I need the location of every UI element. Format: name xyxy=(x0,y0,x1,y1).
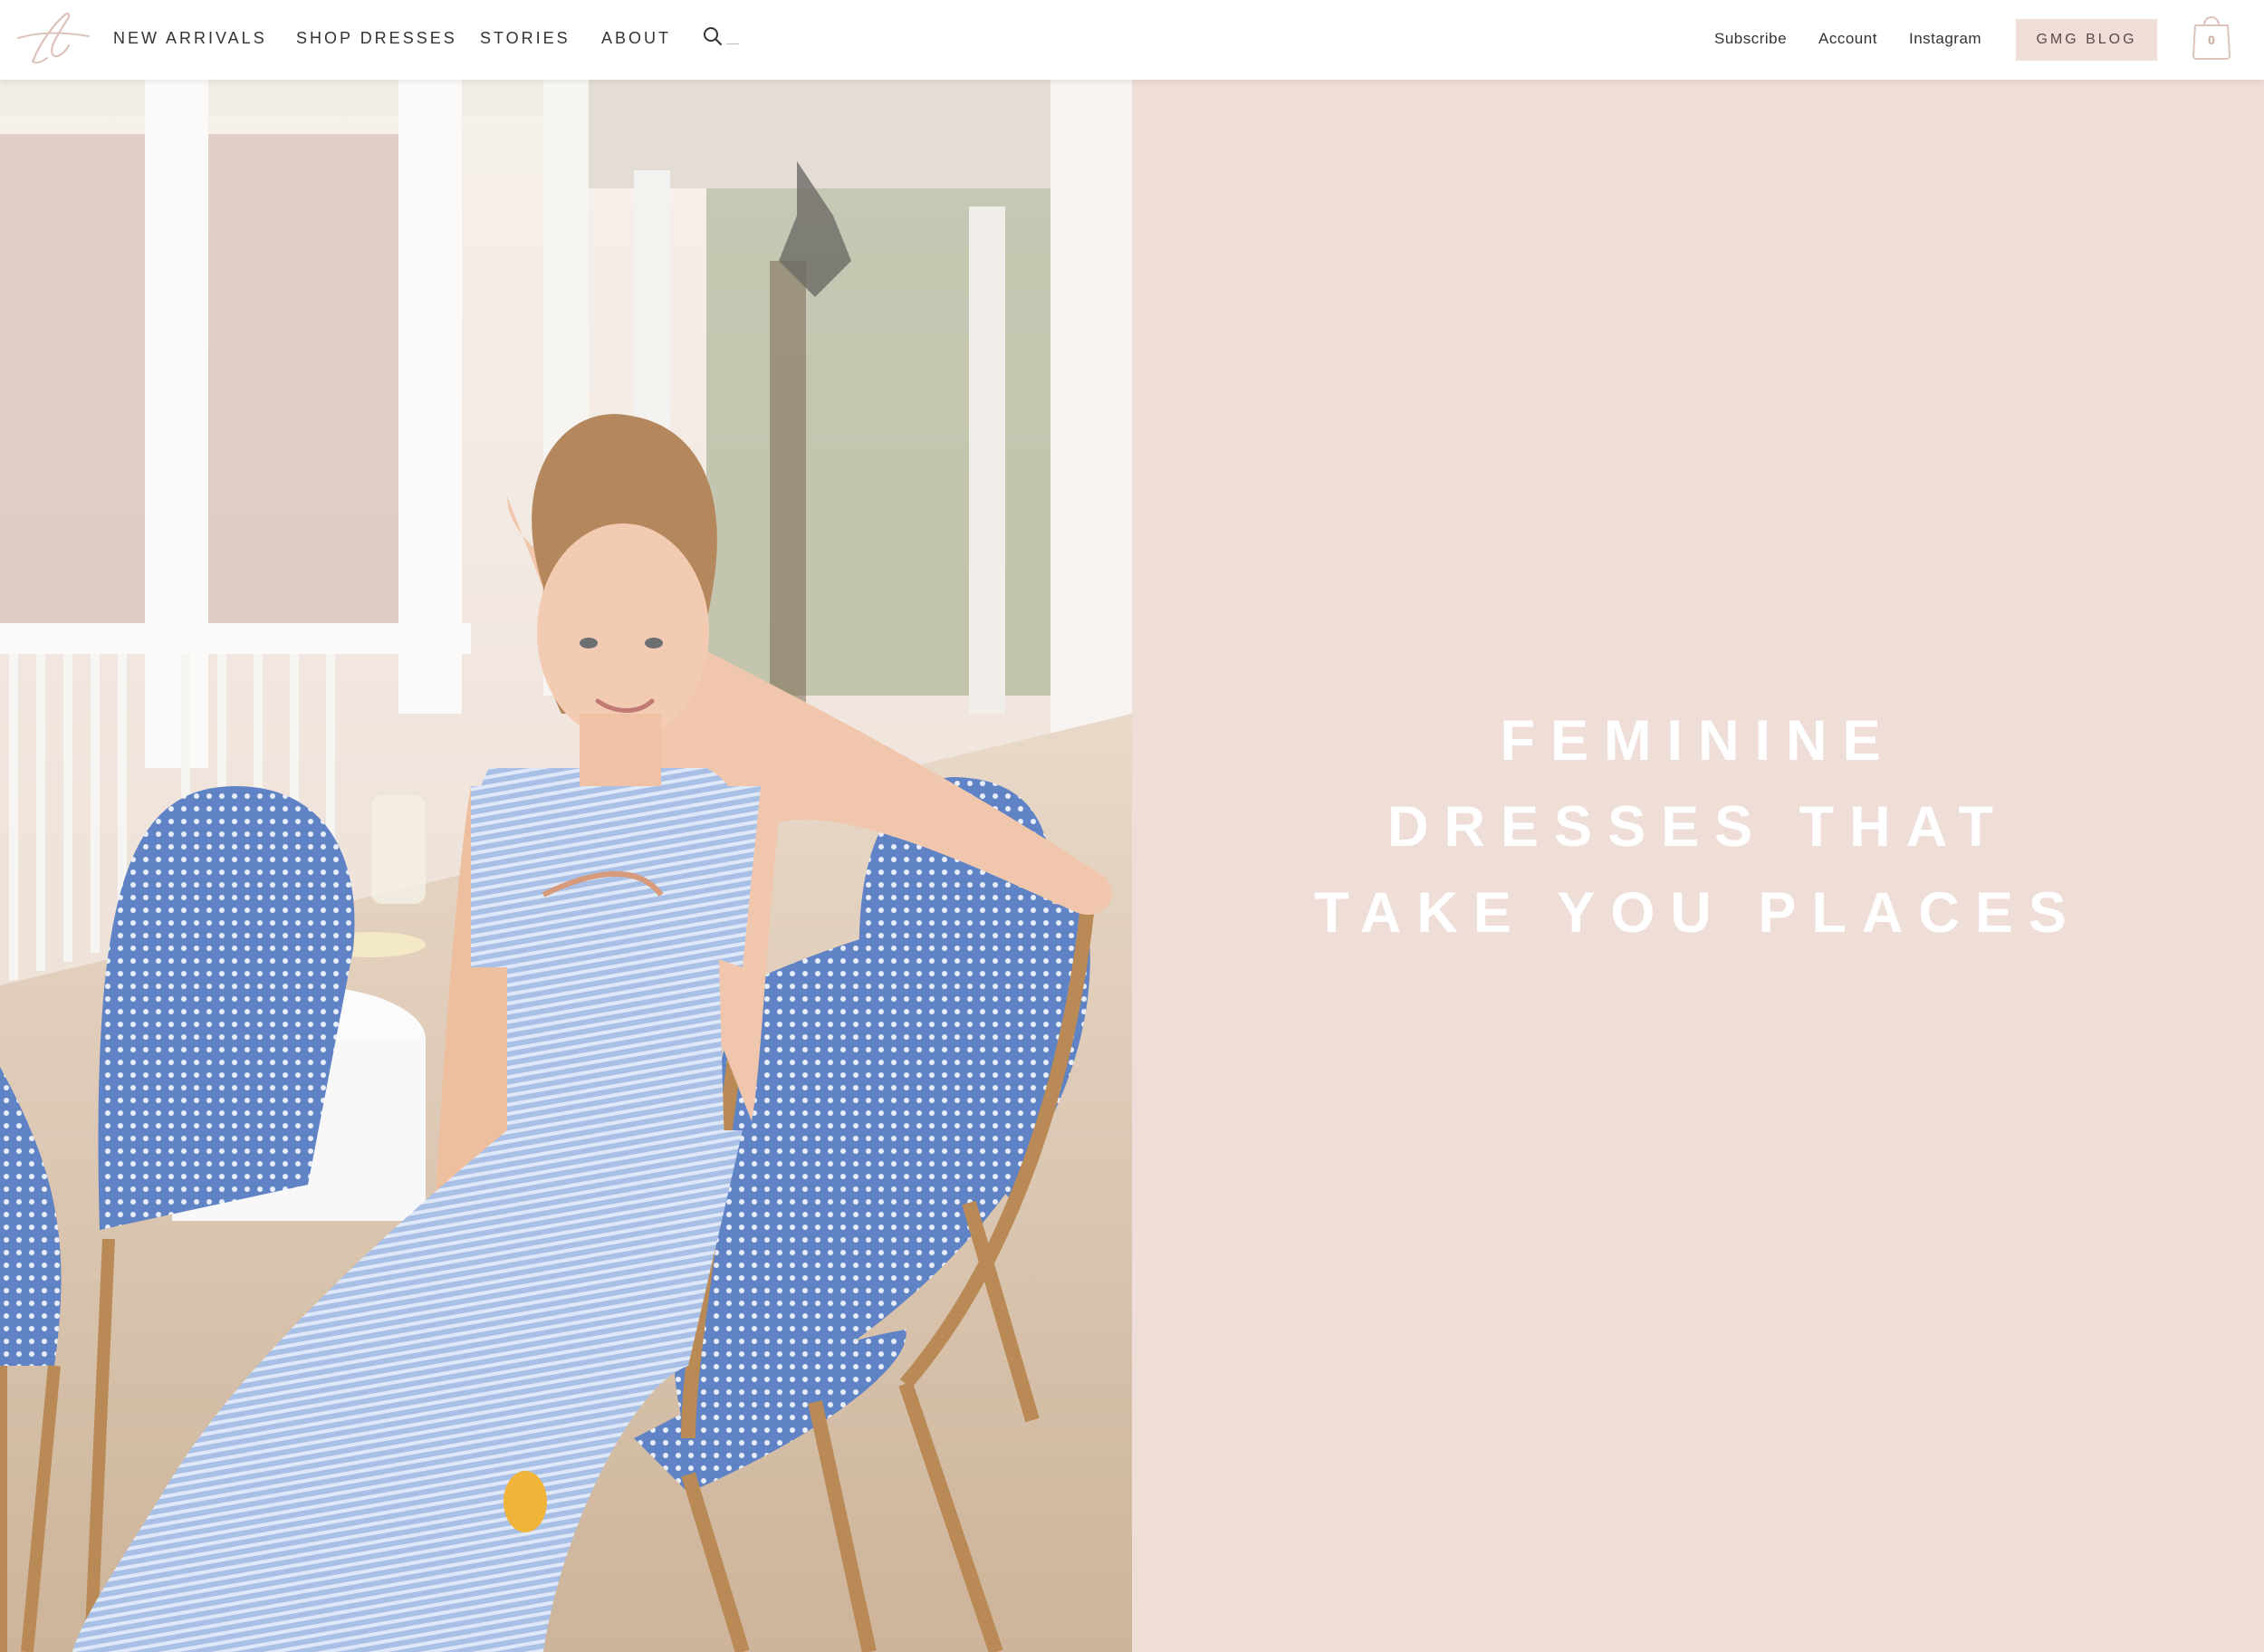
search xyxy=(703,26,739,46)
nav-about[interactable]: ABOUT xyxy=(601,29,671,48)
gmg-logo[interactable] xyxy=(13,7,94,69)
site-header: NEW ARRIVALS SHOP DRESSES STORIES ABOUT … xyxy=(0,0,2264,80)
hero-photo xyxy=(0,80,1132,1652)
nav-shop-dresses[interactable]: SHOP DRESSES xyxy=(296,29,457,48)
nav-stories[interactable]: STORIES xyxy=(480,29,571,48)
headline-line-2: DRESSES THAT xyxy=(1387,795,2009,859)
cart-count: 0 xyxy=(2208,33,2215,47)
account-link[interactable]: Account xyxy=(1818,30,1877,48)
cart-button[interactable]: 0 xyxy=(2190,11,2233,62)
headline-line-3: TAKE YOU PLACES xyxy=(1314,881,2082,945)
woman-on-porch-image xyxy=(0,80,1132,1652)
nav-new-arrivals[interactable]: NEW ARRIVALS xyxy=(113,29,267,48)
hero-headline: FEMININE DRESSES THAT TAKE YOU PLACES xyxy=(1132,698,2264,956)
search-icon[interactable] xyxy=(703,26,723,46)
subscribe-link[interactable]: Subscribe xyxy=(1714,30,1787,48)
gmg-blog-button[interactable]: GMG BLOG xyxy=(2016,19,2157,61)
headline-line-1: FEMININE xyxy=(1500,709,1896,773)
hero-text-panel: FEMININE DRESSES THAT TAKE YOU PLACES xyxy=(1132,80,2264,1652)
search-input[interactable] xyxy=(726,41,739,44)
instagram-link[interactable]: Instagram xyxy=(1909,30,1981,48)
